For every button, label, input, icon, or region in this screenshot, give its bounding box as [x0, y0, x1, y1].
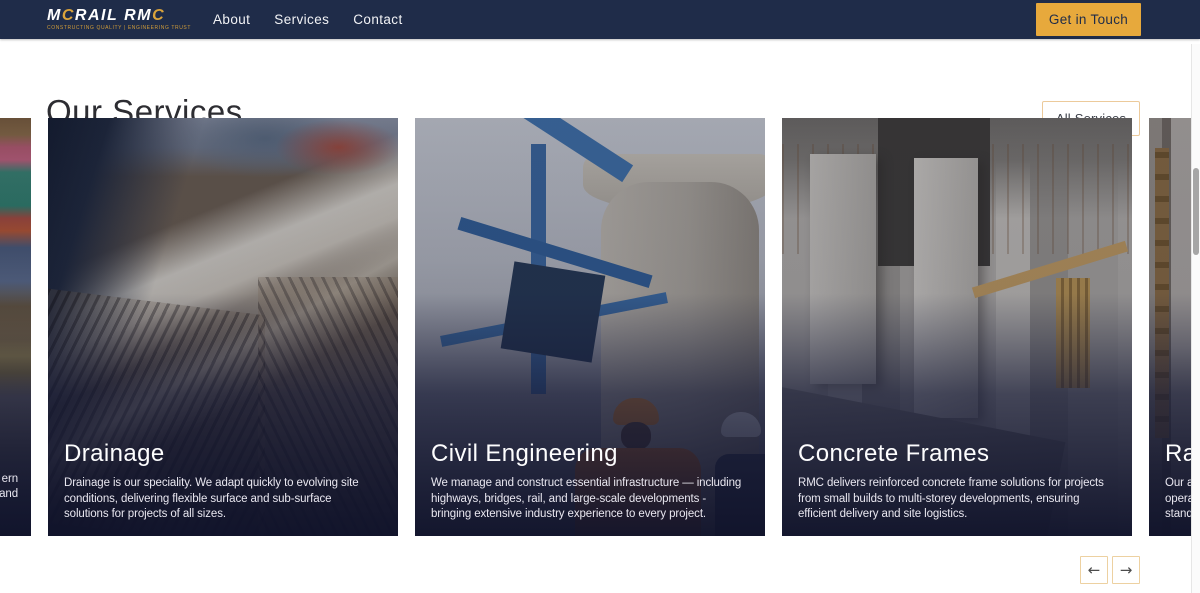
page-scrollbar-track[interactable]	[1191, 44, 1200, 593]
card-title: Civil Engineering	[431, 440, 618, 468]
main-nav: About Services Contact	[213, 12, 403, 27]
card-text: Concrete Frames RMC delivers reinforced …	[798, 440, 1122, 523]
brand-tagline: CONSTRUCTING QUALITY | ENGINEERING TRUST	[47, 25, 192, 31]
brand-logo-text: MCRAIL RMC	[47, 7, 166, 24]
carousel-controls: ← →	[1080, 556, 1140, 584]
carousel-prev-button arrow-left-icon[interactable]: ←	[1080, 556, 1108, 584]
service-card-civil-engineering: Civil Engineering We manage and construc…	[415, 118, 765, 536]
service-card-partial-left: ern and	[0, 118, 31, 536]
card-description: ern and	[0, 472, 18, 501]
card-title: Drainage	[64, 440, 165, 468]
card-description: Drainage is our speciality. We adapt qui…	[64, 477, 359, 521]
service-card-concrete-frames: Concrete Frames RMC delivers reinforced …	[782, 118, 1132, 536]
nav-link-about[interactable]: About	[213, 12, 250, 27]
card-description: We manage and construct essential infras…	[431, 477, 742, 521]
card-description: RMC delivers reinforced concrete frame s…	[798, 477, 1104, 521]
carousel-next-button arrow-right-icon[interactable]: →	[1112, 556, 1140, 584]
top-navbar: MCRAIL RMC CONSTRUCTING QUALITY | ENGINE…	[0, 0, 1200, 39]
brand-logo[interactable]: MCRAIL RMC CONSTRUCTING QUALITY | ENGINE…	[47, 8, 191, 31]
card-title: Concrete Frames	[798, 440, 990, 468]
service-card-drainage: Drainage Drainage is our speciality. We …	[48, 118, 398, 536]
carousel-track: ern and Drainage Drainage is our special…	[0, 118, 1200, 536]
nav-link-services[interactable]: Services	[274, 12, 329, 27]
card-text: Drainage Drainage is our speciality. We …	[64, 440, 388, 523]
services-carousel: ern and Drainage Drainage is our special…	[0, 118, 1200, 536]
page-scrollbar-thumb[interactable]	[1193, 168, 1199, 255]
card-text: Civil Engineering We manage and construc…	[431, 440, 755, 523]
nav-link-contact[interactable]: Contact	[353, 12, 402, 27]
get-in-touch-button[interactable]: Get in Touch	[1036, 3, 1141, 36]
services-section-header: Our Services All Services	[0, 39, 1200, 136]
